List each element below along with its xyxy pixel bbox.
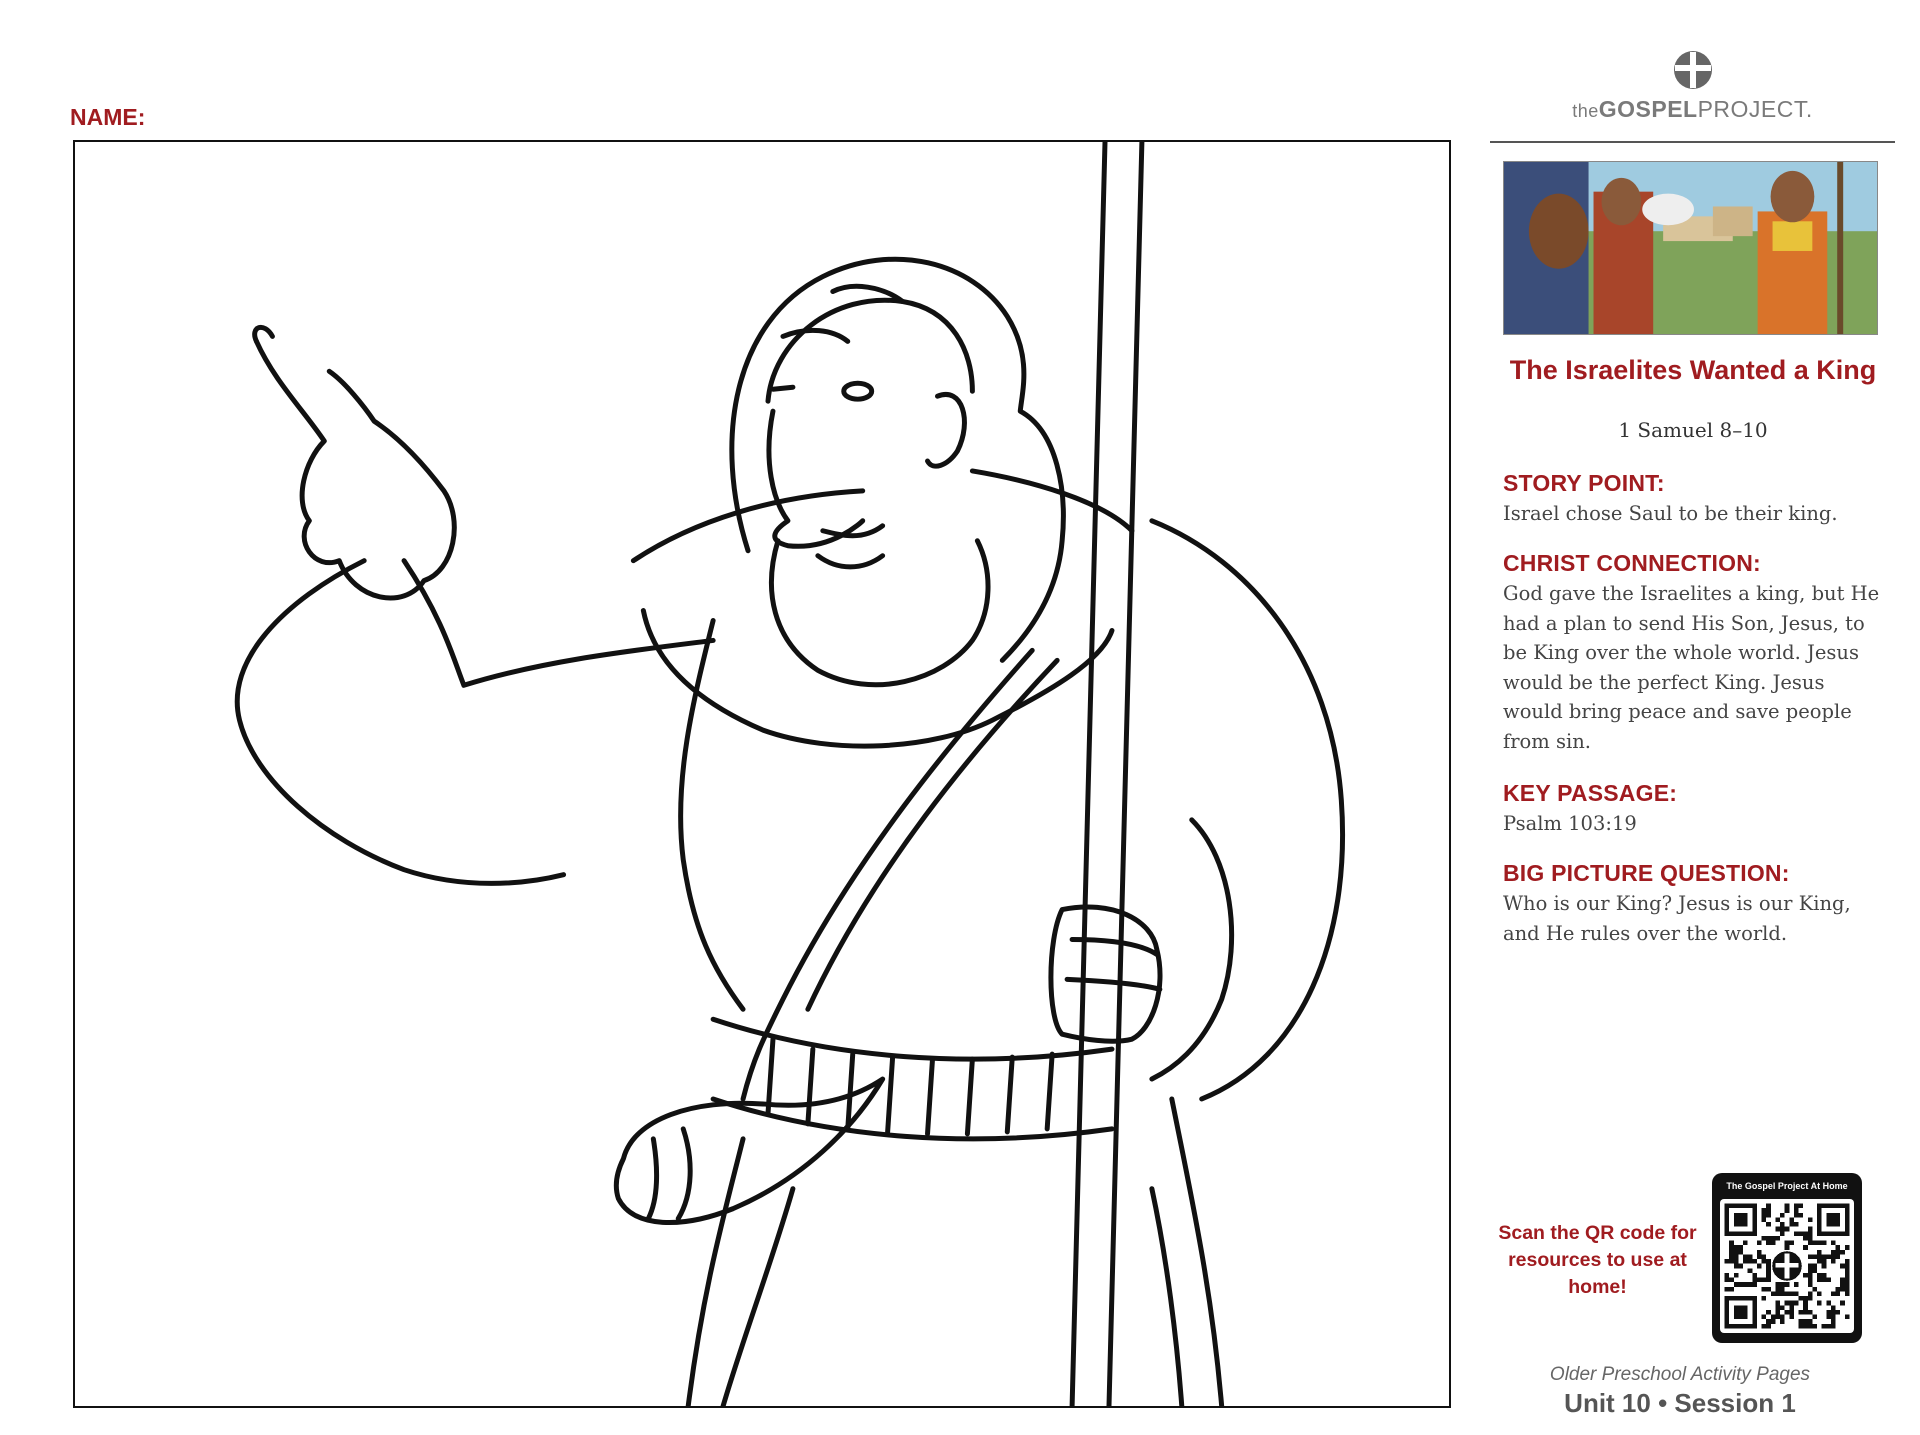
section-heading: CHRIST CONNECTION: (1503, 550, 1761, 576)
footer-unit-session: Unit 10 • Session 1 (1564, 1388, 1796, 1418)
qr-call-to-action: Scan the QR code for resources to use at… (1498, 1222, 1697, 1298)
section-body: Who is our King? Jesus is our King, and … (1503, 892, 1851, 945)
section-body: Psalm 103:19 (1503, 812, 1637, 835)
qr-card: The Gospel Project At Home (1712, 1173, 1862, 1343)
footer-subtitle: Older Preschool Activity Pages (1549, 1364, 1811, 1385)
coloring-frame (73, 140, 1451, 1408)
name-label: NAME: (70, 104, 146, 130)
section-christ-connection: CHRIST CONNECTION: God gave the Israelit… (1503, 550, 1883, 756)
section-heading: KEY PASSAGE: (1503, 780, 1678, 806)
lesson-reference: 1 Samuel 8–10 (1618, 418, 1768, 442)
qr-code[interactable] (1720, 1199, 1854, 1333)
coloring-illustration (234, 142, 1346, 1406)
logo-wordmark: theGOSPELPROJECT. (1572, 96, 1813, 122)
story-illustration-thumbnail (1503, 161, 1878, 335)
header-divider (1490, 141, 1895, 143)
section-body: Israel chose Saul to be their king. (1503, 502, 1838, 525)
cross-emblem-icon (1673, 51, 1712, 89)
qr-card-title: The Gospel Project At Home (1726, 1181, 1848, 1191)
section-heading: BIG PICTURE QUESTION: (1503, 860, 1790, 886)
section-big-picture-question: BIG PICTURE QUESTION: Who is our King? J… (1503, 860, 1883, 948)
section-story-point: STORY POINT: Israel chose Saul to be the… (1503, 470, 1883, 529)
section-heading: STORY POINT: (1503, 470, 1665, 496)
section-key-passage: KEY PASSAGE: Psalm 103:19 (1503, 780, 1883, 839)
section-body: God gave the Israelites a king, but He h… (1503, 582, 1880, 753)
lesson-title: The Israelites Wanted a King (1509, 355, 1877, 385)
gospel-project-logo: theGOSPELPROJECT. (1490, 50, 1895, 123)
